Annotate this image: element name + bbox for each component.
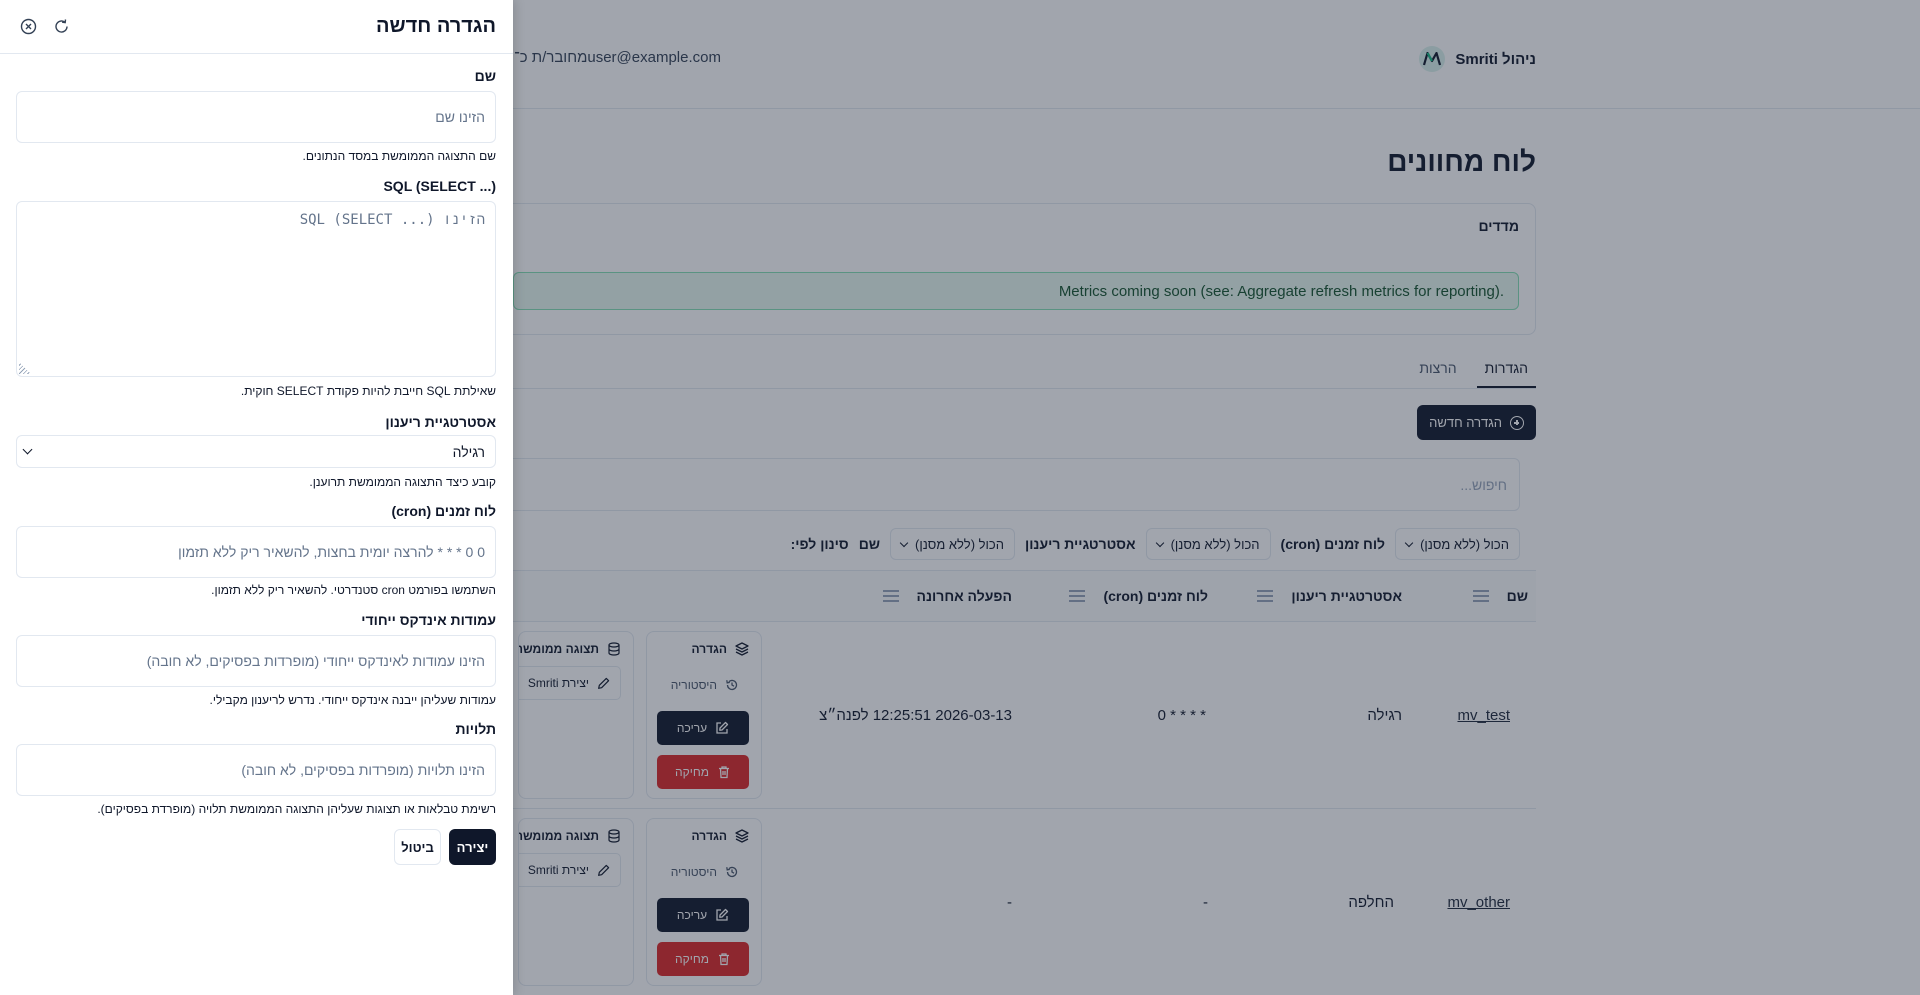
dependencies-placeholder: הזינו תלויות (מופרדות בפסיקים, לא חובה) bbox=[241, 762, 485, 778]
cron-label: לוח זמנים (cron) bbox=[391, 503, 496, 519]
name-input[interactable]: הזינו שם bbox=[16, 91, 496, 143]
dependencies-help: רשימת טבלאות או תצוגות שעליהן התצוגה הממ… bbox=[97, 802, 496, 816]
unique-index-help: עמודות שעליהן ייבנה אינדקס ייחודי. נדרש … bbox=[209, 693, 497, 707]
sql-placeholder: הזינו SQL (SELECT ...) bbox=[299, 212, 485, 228]
sql-label: SQL (SELECT ...) bbox=[383, 178, 496, 194]
cron-input[interactable]: 0 0 * * * להרצה יומית בחצות, להשאיר ריק … bbox=[16, 526, 496, 578]
strategy-select[interactable]: רגילה bbox=[16, 435, 496, 468]
name-placeholder: הזינו שם bbox=[435, 109, 485, 125]
dependencies-label: תלויות bbox=[455, 721, 497, 737]
strategy-label: אסטרטגיית ריענון bbox=[385, 414, 496, 430]
cron-help: השתמשו בפורמט cron סטנדרטי. להשאיר ריק ל… bbox=[211, 583, 496, 597]
sql-help: שאילתת SQL חייבת להיות פקודת SELECT חוקי… bbox=[240, 384, 496, 398]
unique-index-label: עמודות אינדקס ייחודי bbox=[361, 612, 496, 628]
close-icon[interactable] bbox=[20, 18, 37, 35]
dependencies-input[interactable]: הזינו תלויות (מופרדות בפסיקים, לא חובה) bbox=[16, 744, 496, 796]
name-help: שם התצוגה הממומשת במסד הנתונים. bbox=[302, 149, 497, 163]
refresh-icon[interactable] bbox=[53, 18, 70, 35]
strategy-value: רגילה bbox=[452, 444, 485, 460]
new-definition-drawer: הגדרה חדשה שם הזינו שם שם התצוגה הממומשת… bbox=[0, 0, 513, 995]
cancel-button[interactable]: ביטול bbox=[394, 829, 441, 865]
cron-placeholder: 0 0 * * * להרצה יומית בחצות, להשאיר ריק … bbox=[178, 544, 485, 560]
drawer-header: הגדרה חדשה bbox=[0, 0, 513, 54]
name-label: שם bbox=[474, 68, 496, 84]
sql-textarea[interactable]: הזינו SQL (SELECT ...) bbox=[16, 201, 496, 377]
unique-index-input[interactable]: הזינו עמודות לאינדקס ייחודי (מופרדות בפס… bbox=[16, 635, 496, 687]
resize-handle-icon[interactable] bbox=[19, 362, 31, 374]
create-button[interactable]: יצירה bbox=[449, 829, 496, 865]
unique-index-placeholder: הזינו עמודות לאינדקס ייחודי (מופרדות בפס… bbox=[146, 653, 485, 669]
strategy-help: קובע כיצד התצוגה הממומשת תרוענן. bbox=[309, 475, 496, 489]
chevron-down-icon bbox=[22, 444, 33, 455]
drawer-title: הגדרה חדשה bbox=[376, 15, 496, 37]
